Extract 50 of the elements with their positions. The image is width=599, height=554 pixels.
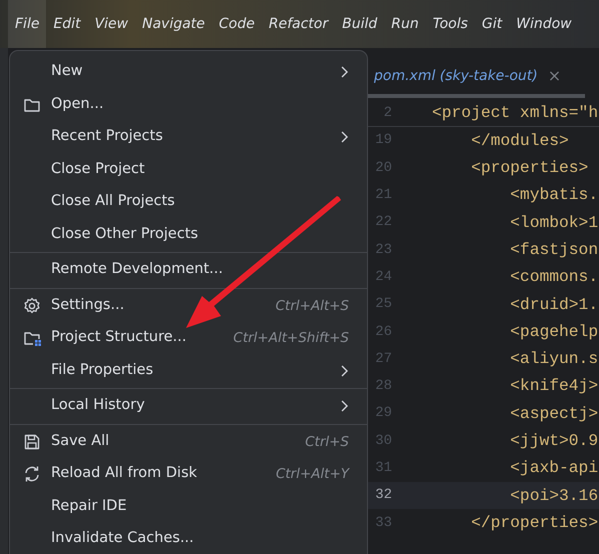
code-line: <jjwt>0.9	[509, 430, 598, 452]
code-line: <commons.	[509, 266, 598, 288]
menu-item[interactable]: Navigate	[135, 0, 212, 48]
menu-entry[interactable]: Settings... Ctrl+Alt+S	[10, 290, 367, 322]
code-line: <poi>3.16	[509, 484, 598, 507]
editor-tab[interactable]: pom.xml (sky-take-out)	[368, 58, 544, 94]
code-line: <properties>	[470, 157, 588, 180]
menu-item[interactable]: Code	[212, 0, 262, 48]
code-line: <lombok>1	[509, 212, 598, 234]
menu-entry[interactable]: Invalidate Caches...	[10, 523, 367, 554]
menu-item[interactable]: Tools	[426, 0, 475, 48]
menu-entry[interactable]: Local History	[10, 390, 367, 422]
menu-item[interactable]: Edit	[46, 0, 88, 48]
menu-entry[interactable]: Close All Projects	[10, 186, 367, 218]
menu-entry[interactable]: Repair IDE	[10, 490, 367, 523]
menu-entry[interactable]: Open...	[10, 88, 367, 121]
menu-item[interactable]: Refactor	[262, 0, 336, 48]
code-line: <jaxb-api	[509, 457, 598, 480]
code-line: <aliyun.s	[509, 348, 598, 370]
code-line: </modules>	[470, 130, 569, 152]
code-line: <druid>1.	[509, 294, 598, 316]
menu-item[interactable]: Git	[474, 0, 510, 48]
code-line: <fastjson	[509, 238, 598, 261]
menu-entry[interactable]: File Properties	[10, 354, 367, 387]
menu-entry[interactable]: Remote Development...	[10, 254, 367, 286]
close-button[interactable]: ×	[544, 64, 566, 88]
menu-entry[interactable]: Close Other Projects	[10, 218, 367, 251]
code-line: <mybatis.	[509, 184, 598, 206]
code-line: <project xmlns="h	[432, 102, 598, 124]
shortcut-label: Ctrl+Alt+S	[276, 296, 349, 316]
code-line: <knife4j>	[509, 375, 598, 398]
menu-item[interactable]: Run	[384, 0, 426, 48]
shortcut-label: Ctrl+Alt+Shift+S	[233, 329, 349, 348]
menu-item[interactable]: Build	[335, 0, 384, 48]
shortcut-label: Ctrl+Alt+Y	[276, 465, 349, 484]
code-line: <aspectj>	[509, 402, 598, 425]
line-number: 32	[374, 486, 392, 506]
menu-item[interactable]: View	[88, 0, 136, 48]
menu-entry[interactable]: Project Structure... Ctrl+Alt+Shift+S	[10, 322, 367, 354]
menu-entry[interactable]: Recent Projects	[10, 121, 367, 154]
menu-entry[interactable]: New	[10, 56, 367, 88]
code-line: </properties>	[470, 512, 598, 534]
menu-item[interactable]: Window	[509, 0, 579, 48]
menu-entry[interactable]: Save All Ctrl+S	[10, 426, 367, 458]
settings-icon	[22, 296, 42, 316]
menu-item[interactable]: File	[8, 0, 46, 48]
menu-entry[interactable]: Reload All from Disk Ctrl+Alt+Y	[10, 458, 367, 490]
code-line: <pagehelp	[509, 320, 598, 343]
shortcut-label: Ctrl+S	[305, 432, 349, 452]
menu-entry[interactable]: Close Project	[10, 154, 367, 186]
